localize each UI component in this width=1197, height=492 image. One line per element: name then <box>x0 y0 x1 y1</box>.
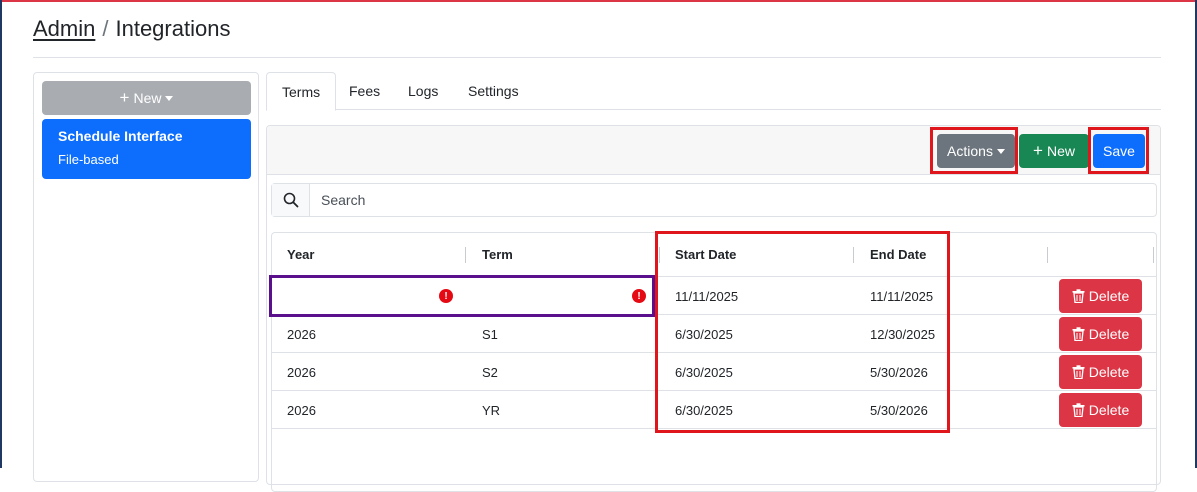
search-icon <box>272 184 310 216</box>
plus-icon: + <box>1033 141 1043 160</box>
invalid-row-highlight-box <box>269 275 655 317</box>
date-columns-highlight-box <box>655 231 950 433</box>
trash-icon <box>1072 327 1085 341</box>
delete-label: Delete <box>1088 402 1130 418</box>
breadcrumb-separator: / <box>102 16 109 41</box>
save-highlight-box <box>1088 127 1149 174</box>
delete-label: Delete <box>1088 326 1130 342</box>
tab-bar: Terms Fees Logs Settings <box>266 72 1161 111</box>
breadcrumb: Admin / Integrations <box>33 16 230 42</box>
sidebar-item-schedule-interface[interactable]: Schedule Interface File-based <box>42 119 251 179</box>
breadcrumb-admin-link[interactable]: Admin <box>33 16 95 41</box>
trash-icon <box>1072 403 1085 417</box>
cell-year[interactable]: 2026 <box>287 403 316 418</box>
sidebar-item-subtitle: File-based <box>58 152 119 167</box>
column-separator <box>465 247 466 263</box>
delete-button[interactable]: Delete <box>1059 355 1142 389</box>
delete-button[interactable]: Delete <box>1059 317 1142 351</box>
sidebar-new-label: New <box>133 90 162 106</box>
header-divider <box>33 57 1161 58</box>
sidebar-new-button[interactable]: + New <box>42 81 251 115</box>
cell-term[interactable]: S2 <box>482 365 498 380</box>
cell-term[interactable]: S1 <box>482 327 498 342</box>
cell-term[interactable]: YR <box>482 403 500 418</box>
top-accent-bar <box>0 0 1197 2</box>
tab-logs[interactable]: Logs <box>393 72 453 110</box>
tab-settings[interactable]: Settings <box>453 72 534 110</box>
sidebar-item-title: Schedule Interface <box>58 128 183 144</box>
trash-icon <box>1072 365 1085 379</box>
page-title: Integrations <box>115 16 231 41</box>
column-separator <box>1047 247 1048 263</box>
delete-label: Delete <box>1088 364 1130 380</box>
terms-toolbar: Actions + New Save <box>267 126 1160 175</box>
left-accent-bar <box>0 0 2 468</box>
plus-icon: + <box>119 88 130 107</box>
delete-label: Delete <box>1088 288 1130 304</box>
new-label: New <box>1046 143 1075 159</box>
tab-fees[interactable]: Fees <box>334 72 395 110</box>
integrations-sidebar: + New Schedule Interface File-based <box>33 72 259 482</box>
search-input[interactable] <box>310 184 1156 216</box>
column-header-term[interactable]: Term <box>482 233 513 277</box>
new-term-button[interactable]: + New <box>1019 134 1089 168</box>
cell-year[interactable]: 2026 <box>287 365 316 380</box>
column-separator <box>1153 247 1154 263</box>
delete-button[interactable]: Delete <box>1059 393 1142 427</box>
search-box <box>271 183 1157 217</box>
actions-highlight-box <box>930 127 1018 174</box>
tab-terms[interactable]: Terms <box>266 72 337 111</box>
trash-icon <box>1072 289 1085 303</box>
caret-down-icon <box>165 95 174 101</box>
cell-year[interactable]: 2026 <box>287 327 316 342</box>
delete-button[interactable]: Delete <box>1059 279 1142 313</box>
column-header-year[interactable]: Year <box>287 233 314 277</box>
